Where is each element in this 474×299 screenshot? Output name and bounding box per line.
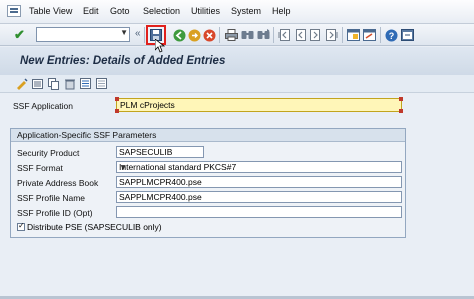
new-session-icon xyxy=(346,29,360,41)
ssf-profile-id-input[interactable] xyxy=(116,206,402,218)
last-page-icon xyxy=(326,29,338,41)
ssf-profile-id-label: SSF Profile ID (Opt) xyxy=(17,208,93,218)
help-icon: ? xyxy=(385,29,397,41)
svg-text:?: ? xyxy=(388,31,394,41)
security-product-label: Security Product xyxy=(17,148,80,158)
collapse-icon[interactable]: « xyxy=(135,28,141,39)
shortcut-icon xyxy=(362,29,376,41)
exit-button[interactable] xyxy=(186,27,202,43)
ssf-format-label: SSF Format xyxy=(17,163,63,173)
copy-as-icon[interactable] xyxy=(48,78,60,90)
ssf-application-label: SSF Application xyxy=(13,101,74,111)
print-button[interactable] xyxy=(223,27,239,43)
required-marker xyxy=(115,109,119,113)
page-title: New Entries: Details of Added Entries xyxy=(20,55,226,67)
exit-icon xyxy=(188,29,200,41)
group-header: Application-Specific SSF Parameters xyxy=(11,129,405,142)
ok-icon[interactable]: ✔ xyxy=(14,28,28,42)
first-page-button[interactable] xyxy=(276,27,292,43)
chevron-down-icon[interactable]: ▼ xyxy=(119,162,399,172)
menu-system[interactable]: System xyxy=(231,6,261,16)
select-all-icon[interactable] xyxy=(80,78,92,90)
next-page-icon xyxy=(310,29,320,41)
private-address-book-label: Private Address Book xyxy=(17,178,99,188)
menu-edit[interactable]: Edit xyxy=(83,6,99,16)
menu-goto[interactable]: Goto xyxy=(110,6,130,16)
cancel-icon xyxy=(203,29,215,41)
previous-page-icon xyxy=(296,29,306,41)
ssf-application-field[interactable]: PLM cProjects xyxy=(115,97,403,113)
cancel-button[interactable] xyxy=(201,27,217,43)
help-button[interactable]: ? xyxy=(383,27,399,43)
layout-button[interactable] xyxy=(399,27,415,43)
security-product-value: SAPSECULIB xyxy=(119,147,173,157)
private-address-book-value: SAPPLMCPR400.pse xyxy=(119,177,202,187)
find-next-button[interactable] xyxy=(255,27,271,43)
distribute-pse-row: Distribute PSE (SAPSECULIB only) xyxy=(17,221,162,233)
menu-help[interactable]: Help xyxy=(272,6,291,16)
title-bar: New Entries: Details of Added Entries xyxy=(0,47,474,75)
delete-icon[interactable] xyxy=(64,78,76,90)
distribute-pse-label: Distribute PSE (SAPSECULIB only) xyxy=(27,221,162,232)
shortcut-button[interactable] xyxy=(361,27,377,43)
ssf-application-value: PLM cProjects xyxy=(120,100,175,110)
new-session-button[interactable] xyxy=(345,27,361,43)
ssf-profile-name-input[interactable]: SAPPLMCPR400.pse xyxy=(116,191,402,203)
standard-toolbar: ✔ ▼ « ? xyxy=(0,24,474,46)
find-icon xyxy=(241,31,253,39)
deselect-icon[interactable] xyxy=(96,78,108,90)
display-change-icon[interactable] xyxy=(16,78,28,90)
find-next-icon xyxy=(257,29,269,39)
group-title: Application-Specific SSF Parameters xyxy=(17,130,157,140)
back-icon xyxy=(173,29,185,41)
command-input[interactable] xyxy=(37,28,117,41)
menu-selection[interactable]: Selection xyxy=(143,6,180,16)
menu-table-view[interactable]: Table View xyxy=(29,6,72,16)
ssf-profile-name-label: SSF Profile Name xyxy=(17,193,86,203)
menu-utilities[interactable]: Utilities xyxy=(191,6,220,16)
layout-icon xyxy=(400,29,414,41)
menu-bar: Table View Edit Goto Selection Utilities… xyxy=(0,0,474,24)
next-page-button[interactable] xyxy=(308,27,324,43)
private-address-book-input[interactable]: SAPPLMCPR400.pse xyxy=(116,176,402,188)
find-button[interactable] xyxy=(239,27,255,43)
ssf-profile-name-value: SAPPLMCPR400.pse xyxy=(119,192,202,202)
required-marker xyxy=(399,109,403,113)
security-product-input[interactable]: SAPSECULIB xyxy=(116,146,204,158)
back-button[interactable] xyxy=(171,27,187,43)
command-field[interactable]: ▼ xyxy=(36,27,130,42)
application-toolbar xyxy=(0,75,474,93)
last-page-button[interactable] xyxy=(324,27,340,43)
chevron-down-icon[interactable]: ▼ xyxy=(120,28,128,37)
print-icon xyxy=(224,29,238,41)
required-marker xyxy=(115,97,119,101)
new-entries-icon[interactable] xyxy=(32,78,44,90)
previous-page-button[interactable] xyxy=(292,27,308,43)
first-page-icon xyxy=(278,29,290,41)
distribute-pse-checkbox[interactable] xyxy=(17,221,25,231)
ssf-format-select[interactable]: International standard PKCS#7 ▼ xyxy=(116,161,402,173)
system-menu-icon[interactable] xyxy=(7,5,21,17)
mouse-pointer-icon xyxy=(155,39,165,53)
required-marker xyxy=(399,97,403,101)
